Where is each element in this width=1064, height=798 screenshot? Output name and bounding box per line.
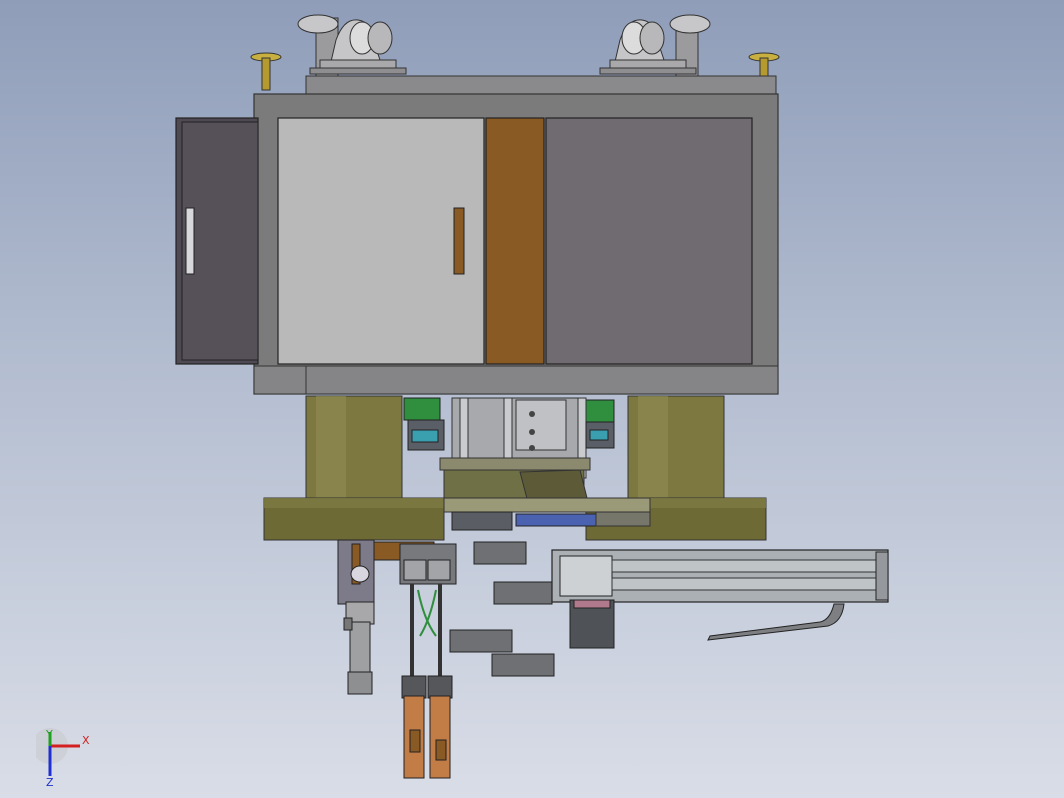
center-panel [485, 117, 545, 365]
caster-left [297, 14, 407, 77]
z-axis-label: Z [46, 776, 54, 788]
column-right [627, 395, 725, 499]
cad-viewport[interactable]: X Y Z [0, 0, 1064, 798]
cable-assembly [399, 543, 457, 779]
y-axis-label: Y [45, 728, 53, 741]
door-handle [453, 207, 465, 275]
base-plate-left [263, 497, 445, 541]
side-drawer[interactable] [175, 117, 259, 365]
x-axis-label: X [82, 734, 90, 747]
orientation-triad[interactable]: X Y Z [36, 728, 106, 788]
column-left [305, 395, 403, 499]
linear-rail [551, 549, 889, 649]
door-left[interactable] [277, 117, 485, 365]
trays [449, 541, 555, 677]
caster-right [599, 14, 711, 77]
machine-model[interactable] [0, 0, 1064, 798]
leveling-foot-left [250, 52, 282, 91]
door-right[interactable] [545, 117, 753, 365]
